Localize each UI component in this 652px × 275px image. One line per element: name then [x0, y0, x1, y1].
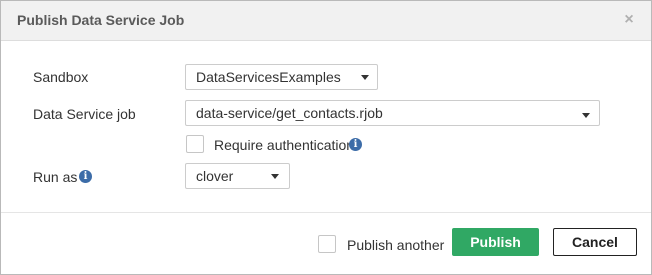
chevron-down-icon	[582, 113, 590, 118]
dialog-title: Publish Data Service Job	[17, 12, 185, 28]
sandbox-select-value: DataServicesExamples	[196, 69, 341, 85]
run-as-select[interactable]: clover	[185, 163, 290, 189]
publish-another-label: Publish another	[347, 237, 445, 253]
chevron-down-icon	[271, 174, 279, 179]
require-auth-checkbox[interactable]	[186, 135, 204, 153]
require-auth-label: Require authentication	[214, 137, 355, 153]
chevron-down-icon	[361, 75, 369, 80]
job-select-value: data-service/get_contacts.rjob	[196, 105, 383, 121]
run-as-label: Run as	[33, 169, 78, 185]
job-label: Data Service job	[33, 106, 136, 122]
publish-another-checkbox[interactable]	[318, 235, 336, 253]
dialog-header: Publish Data Service Job ×	[1, 1, 651, 41]
info-icon[interactable]: i	[349, 138, 362, 151]
cancel-button[interactable]: Cancel	[553, 228, 637, 256]
sandbox-select[interactable]: DataServicesExamples	[185, 64, 378, 90]
close-icon[interactable]: ×	[621, 10, 637, 30]
job-select[interactable]: data-service/get_contacts.rjob	[185, 100, 600, 126]
footer-divider	[1, 212, 651, 213]
run-as-select-value: clover	[196, 168, 234, 184]
publish-dialog: Publish Data Service Job × Sandbox DataS…	[0, 0, 652, 275]
info-icon[interactable]: i	[79, 170, 92, 183]
sandbox-label: Sandbox	[33, 69, 89, 85]
publish-button[interactable]: Publish	[452, 228, 539, 256]
